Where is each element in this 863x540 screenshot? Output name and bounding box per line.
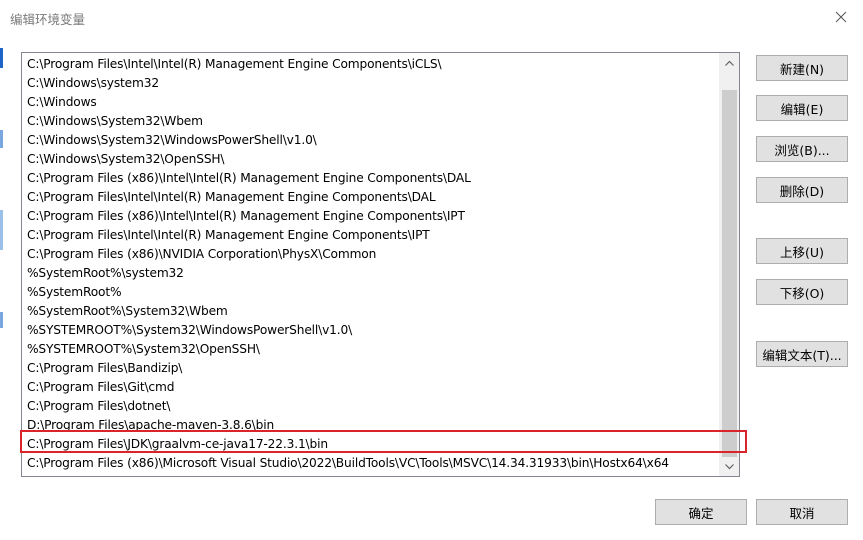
list-item[interactable]: C:\Program Files (x86)\Intel\Intel(R) Ma… bbox=[23, 207, 719, 226]
edit-button[interactable]: 编辑(E) bbox=[756, 95, 848, 121]
delete-button[interactable]: 删除(D) bbox=[756, 177, 848, 203]
list-item[interactable]: C:\Windows\system32 bbox=[23, 74, 719, 93]
scroll-thumb[interactable] bbox=[722, 90, 737, 457]
list-item[interactable]: C:\Program Files (x86)\Intel\Intel(R) Ma… bbox=[23, 169, 719, 188]
path-list: C:\Program Files\Intel\Intel(R) Manageme… bbox=[23, 55, 719, 476]
path-listbox[interactable]: C:\Program Files\Intel\Intel(R) Manageme… bbox=[21, 52, 740, 477]
list-item[interactable]: %SYSTEMROOT%\System32\OpenSSH\ bbox=[23, 340, 719, 359]
move-down-button[interactable]: 下移(O) bbox=[756, 279, 848, 305]
list-item[interactable]: %SystemRoot% bbox=[23, 283, 719, 302]
edit-text-button[interactable]: 编辑文本(T)... bbox=[756, 341, 848, 367]
vertical-scrollbar[interactable] bbox=[719, 53, 739, 476]
list-item[interactable]: C:\Program Files\Intel\Intel(R) Manageme… bbox=[23, 55, 719, 74]
list-item[interactable]: C:\Program Files\Intel\Intel(R) Manageme… bbox=[23, 188, 719, 207]
scroll-up-button[interactable] bbox=[720, 54, 739, 71]
close-icon bbox=[835, 11, 847, 23]
browse-button[interactable]: 浏览(B)... bbox=[756, 136, 848, 162]
list-item[interactable]: C:\Program Files\Git\cmd bbox=[23, 378, 719, 397]
list-item[interactable]: D:\Program Files\apache-maven-3.8.6\bin bbox=[23, 416, 719, 435]
list-item[interactable]: C:\Program Files (x86)\Microsoft Visual … bbox=[23, 454, 719, 473]
list-item[interactable]: C:\Windows bbox=[23, 93, 719, 112]
background-window-edge bbox=[0, 34, 4, 540]
list-item[interactable]: C:\Program Files\JDK\graalvm-ce-java17-2… bbox=[23, 435, 719, 454]
list-item[interactable]: C:\Windows\System32\Wbem bbox=[23, 112, 719, 131]
list-item[interactable]: %SystemRoot%\system32 bbox=[23, 264, 719, 283]
list-item[interactable]: C:\Program Files\dotnet\ bbox=[23, 397, 719, 416]
title-bar: 编辑环境变量 bbox=[0, 0, 863, 34]
list-item[interactable]: C:\Program Files (x86)\NVIDIA Corporatio… bbox=[23, 245, 719, 264]
chevron-up-icon bbox=[725, 60, 734, 66]
scroll-down-button[interactable] bbox=[720, 458, 739, 475]
list-item[interactable]: C:\Program Files\Bandizip\ bbox=[23, 359, 719, 378]
chevron-down-icon bbox=[725, 463, 734, 469]
close-button[interactable] bbox=[827, 4, 855, 30]
list-item[interactable]: %SYSTEMROOT%\System32\WindowsPowerShell\… bbox=[23, 321, 719, 340]
new-button[interactable]: 新建(N) bbox=[756, 55, 848, 81]
ok-button[interactable]: 确定 bbox=[655, 499, 747, 525]
move-up-button[interactable]: 上移(U) bbox=[756, 238, 848, 264]
cancel-button[interactable]: 取消 bbox=[756, 499, 848, 525]
window-title: 编辑环境变量 bbox=[10, 12, 86, 27]
list-item[interactable]: C:\Windows\System32\OpenSSH\ bbox=[23, 150, 719, 169]
list-item[interactable]: %SystemRoot%\System32\Wbem bbox=[23, 302, 719, 321]
list-item[interactable]: C:\Windows\System32\WindowsPowerShell\v1… bbox=[23, 131, 719, 150]
list-item[interactable]: C:\Program Files\Intel\Intel(R) Manageme… bbox=[23, 226, 719, 245]
